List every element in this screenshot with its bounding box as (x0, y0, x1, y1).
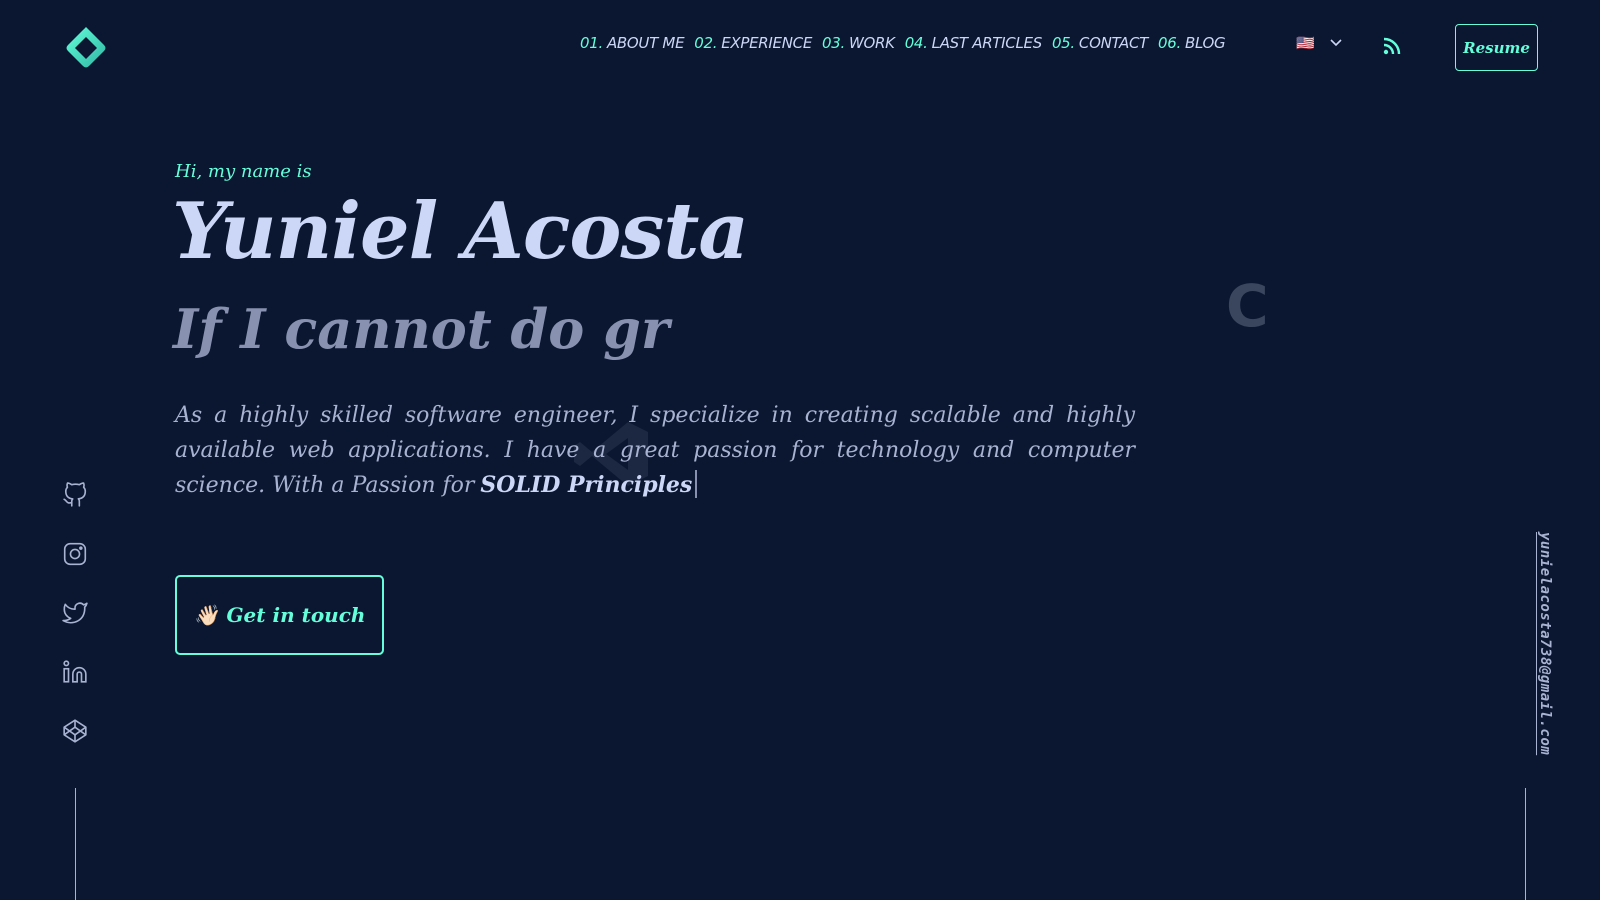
nav-number: 04. (904, 34, 928, 52)
floating-c-icon: C (1226, 272, 1269, 340)
nav-item-work[interactable]: 03. WORK (822, 34, 895, 52)
email-link[interactable]: yunielacosta738@gmail.com (1537, 532, 1553, 755)
typing-cursor (695, 470, 698, 498)
hero-name: Yuniel Acosta (172, 186, 749, 277)
social-links (62, 482, 88, 744)
nav-item-contact[interactable]: 05. CONTACT (1052, 34, 1148, 52)
nav-label: EXPERIENCE (721, 34, 813, 52)
left-vertical-line (75, 788, 76, 900)
chevron-down-icon (1330, 39, 1342, 47)
nav-number: 02. (694, 34, 718, 52)
nav-label: CONTACT (1078, 34, 1148, 52)
main-nav: 01. ABOUT ME 02. EXPERIENCE 03. WORK 04. LAS… (580, 34, 1226, 52)
hexagon-ring-logo-icon[interactable] (62, 24, 110, 72)
bio-highlight: SOLID Principles (480, 472, 693, 498)
rss-icon[interactable] (1382, 36, 1402, 56)
nav-number: 05. (1051, 34, 1075, 52)
nav-number: 03. (822, 34, 845, 52)
linkedin-icon[interactable] (62, 659, 88, 685)
language-selector[interactable]: 🇺🇸 (1296, 34, 1343, 52)
github-icon[interactable] (62, 482, 88, 508)
twitter-icon[interactable] (62, 600, 88, 626)
nav-number: 06. (1158, 34, 1181, 52)
us-flag-icon: 🇺🇸 (1296, 34, 1315, 52)
nav-label: BLOG (1184, 34, 1226, 52)
nav-item-experience[interactable]: 02. EXPERIENCE (694, 34, 812, 52)
nav-item-last-articles[interactable]: 04. LAST ARTICLES (904, 34, 1043, 52)
get-in-touch-button[interactable]: 👋🏻 Get in touch (175, 575, 384, 655)
nav-label: LAST ARTICLES (931, 34, 1043, 52)
bio-paragraph: As a highly skilled software engineer, I… (175, 398, 1135, 503)
codepen-icon[interactable] (62, 718, 88, 744)
resume-button[interactable]: Resume (1455, 24, 1538, 71)
right-vertical-line (1525, 788, 1526, 900)
nav-item-about[interactable]: 01. ABOUT ME (580, 34, 685, 52)
nav-item-blog[interactable]: 06. BLOG (1158, 34, 1226, 52)
typing-tagline: If I cannot do gr (173, 297, 670, 361)
nav-number: 01. (580, 34, 603, 52)
cta-label: Get in touch (226, 603, 366, 627)
waving-hand-icon: 👋🏻 (193, 603, 219, 627)
nav-label: WORK (848, 34, 895, 52)
instagram-icon[interactable] (62, 541, 88, 567)
nav-label: ABOUT ME (606, 34, 685, 52)
greeting-text: Hi, my name is (175, 161, 312, 182)
